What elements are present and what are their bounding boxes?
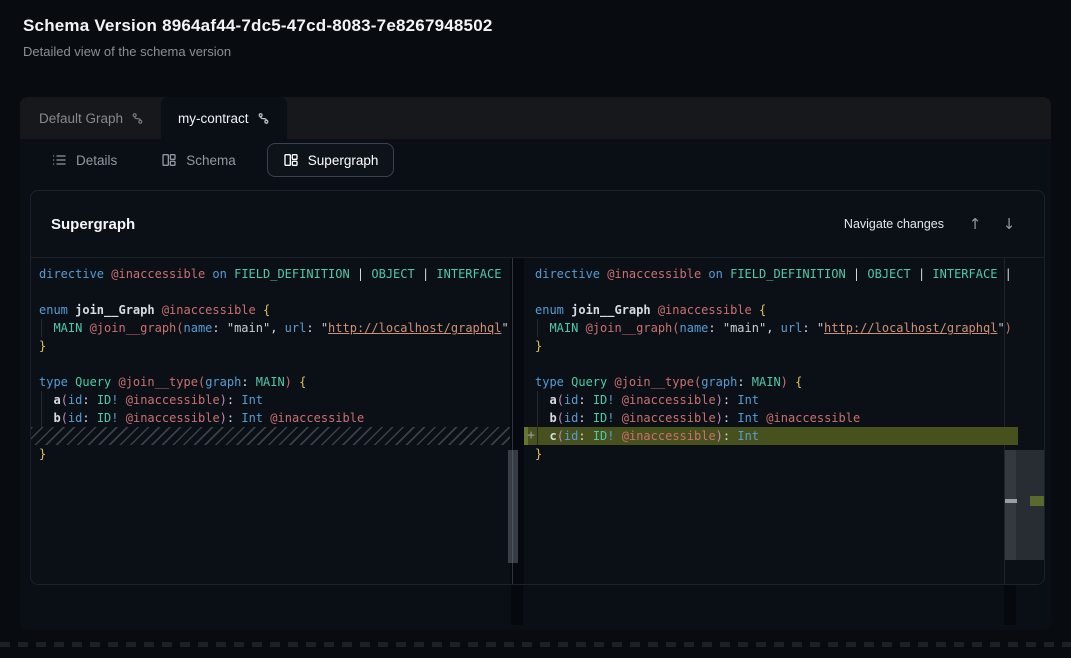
- diff-right-pane[interactable]: directive @inaccessible on FIELD_DEFINIT…: [524, 265, 1018, 584]
- code-line: [31, 283, 510, 301]
- code-line: a(id: ID! @inaccessible): Int: [524, 391, 1018, 409]
- schema-version-card: Default Graph my-contract: [20, 97, 1051, 630]
- code-line: type Query @join__type(graph: MAIN) {: [524, 373, 1018, 391]
- code-line: [31, 355, 510, 373]
- left-pane-scrollbar-thumb[interactable]: [508, 450, 518, 563]
- view-subtabs: Details Schema Supergraph: [20, 139, 1051, 181]
- supergraph-panel-header: Supergraph Navigate changes ↑ ↓: [31, 191, 1044, 258]
- code-line: b(id: ID! @inaccessible): Int @inaccessi…: [524, 409, 1018, 427]
- arrow-up-icon: ↑: [969, 215, 982, 233]
- tab-default-graph[interactable]: Default Graph: [22, 97, 161, 139]
- code-line: enum join__Graph @inaccessible {: [524, 301, 1018, 319]
- code-line: b(id: ID! @inaccessible): Int @inaccessi…: [31, 409, 510, 427]
- diff-left-pane[interactable]: directive @inaccessible on FIELD_DEFINIT…: [31, 265, 510, 584]
- arrow-down-icon: ↓: [1003, 215, 1016, 233]
- code-line: MAIN @join__graph(name: "main", url: "ht…: [524, 319, 1018, 337]
- indent-guide: [41, 391, 42, 427]
- editor-sash-overflow: [511, 585, 523, 625]
- list-icon: [51, 152, 67, 168]
- code-line: type Query @join__type(graph: MAIN) {: [31, 373, 510, 391]
- code-line: [524, 283, 1018, 301]
- navigate-changes-group: Navigate changes ↑ ↓: [844, 209, 1026, 239]
- page-title: Schema Version 8964af44-7dc5-47cd-8083-7…: [23, 16, 493, 36]
- editor-margin-overflow: [1004, 585, 1016, 625]
- overview-ruler-cursor-marker: [1005, 499, 1017, 503]
- panels-icon: [161, 152, 177, 168]
- code-line: }: [524, 337, 1018, 355]
- code-line: directive @inaccessible on FIELD_DEFINIT…: [31, 265, 510, 283]
- code-line: directive @inaccessible on FIELD_DEFINIT…: [524, 265, 1018, 283]
- subtab-label: Supergraph: [308, 153, 379, 168]
- code-line: a(id: ID! @inaccessible): Int: [31, 391, 510, 409]
- clipped-hatch-row: [0, 642, 1071, 647]
- code-line: enum join__Graph @inaccessible {: [31, 301, 510, 319]
- page-subtitle: Detailed view of the schema version: [23, 44, 231, 59]
- subtab-label: Schema: [186, 153, 236, 168]
- supergraph-panel: Supergraph Navigate changes ↑ ↓ directiv…: [30, 190, 1045, 585]
- schema-diff-editor: directive @inaccessible on FIELD_DEFINIT…: [31, 258, 1044, 584]
- added-line-plus-icon: +: [521, 427, 541, 445]
- panels-icon: [283, 152, 299, 168]
- panel-title: Supergraph: [51, 216, 135, 233]
- code-line: }: [31, 337, 510, 355]
- previous-change-button[interactable]: ↑: [958, 209, 992, 239]
- subtab-label: Details: [76, 153, 117, 168]
- code-line: }: [31, 445, 510, 463]
- variant-tabstrip: Default Graph my-contract: [20, 97, 1051, 139]
- fork-icon: [257, 112, 270, 125]
- code-line: }: [524, 445, 1018, 463]
- navigate-changes-label: Navigate changes: [844, 217, 944, 231]
- fork-icon: [131, 112, 144, 125]
- indent-guide: [537, 319, 538, 337]
- tab-label: my-contract: [178, 111, 249, 126]
- overview-ruler-added-marker: [1030, 496, 1045, 506]
- code-line: c(id: ID! @inaccessible): Int: [524, 427, 1018, 445]
- subtab-details[interactable]: Details: [38, 143, 130, 177]
- tab-label: Default Graph: [39, 111, 123, 126]
- tab-my-contract[interactable]: my-contract: [161, 97, 287, 139]
- code-line: MAIN @join__graph(name: "main", url: "ht…: [31, 319, 510, 337]
- indent-guide: [41, 319, 42, 337]
- next-change-button[interactable]: ↓: [992, 209, 1026, 239]
- subtab-supergraph[interactable]: Supergraph: [267, 143, 395, 177]
- code-line: [524, 355, 1018, 373]
- code-line: [31, 427, 510, 445]
- subtab-schema[interactable]: Schema: [148, 143, 249, 177]
